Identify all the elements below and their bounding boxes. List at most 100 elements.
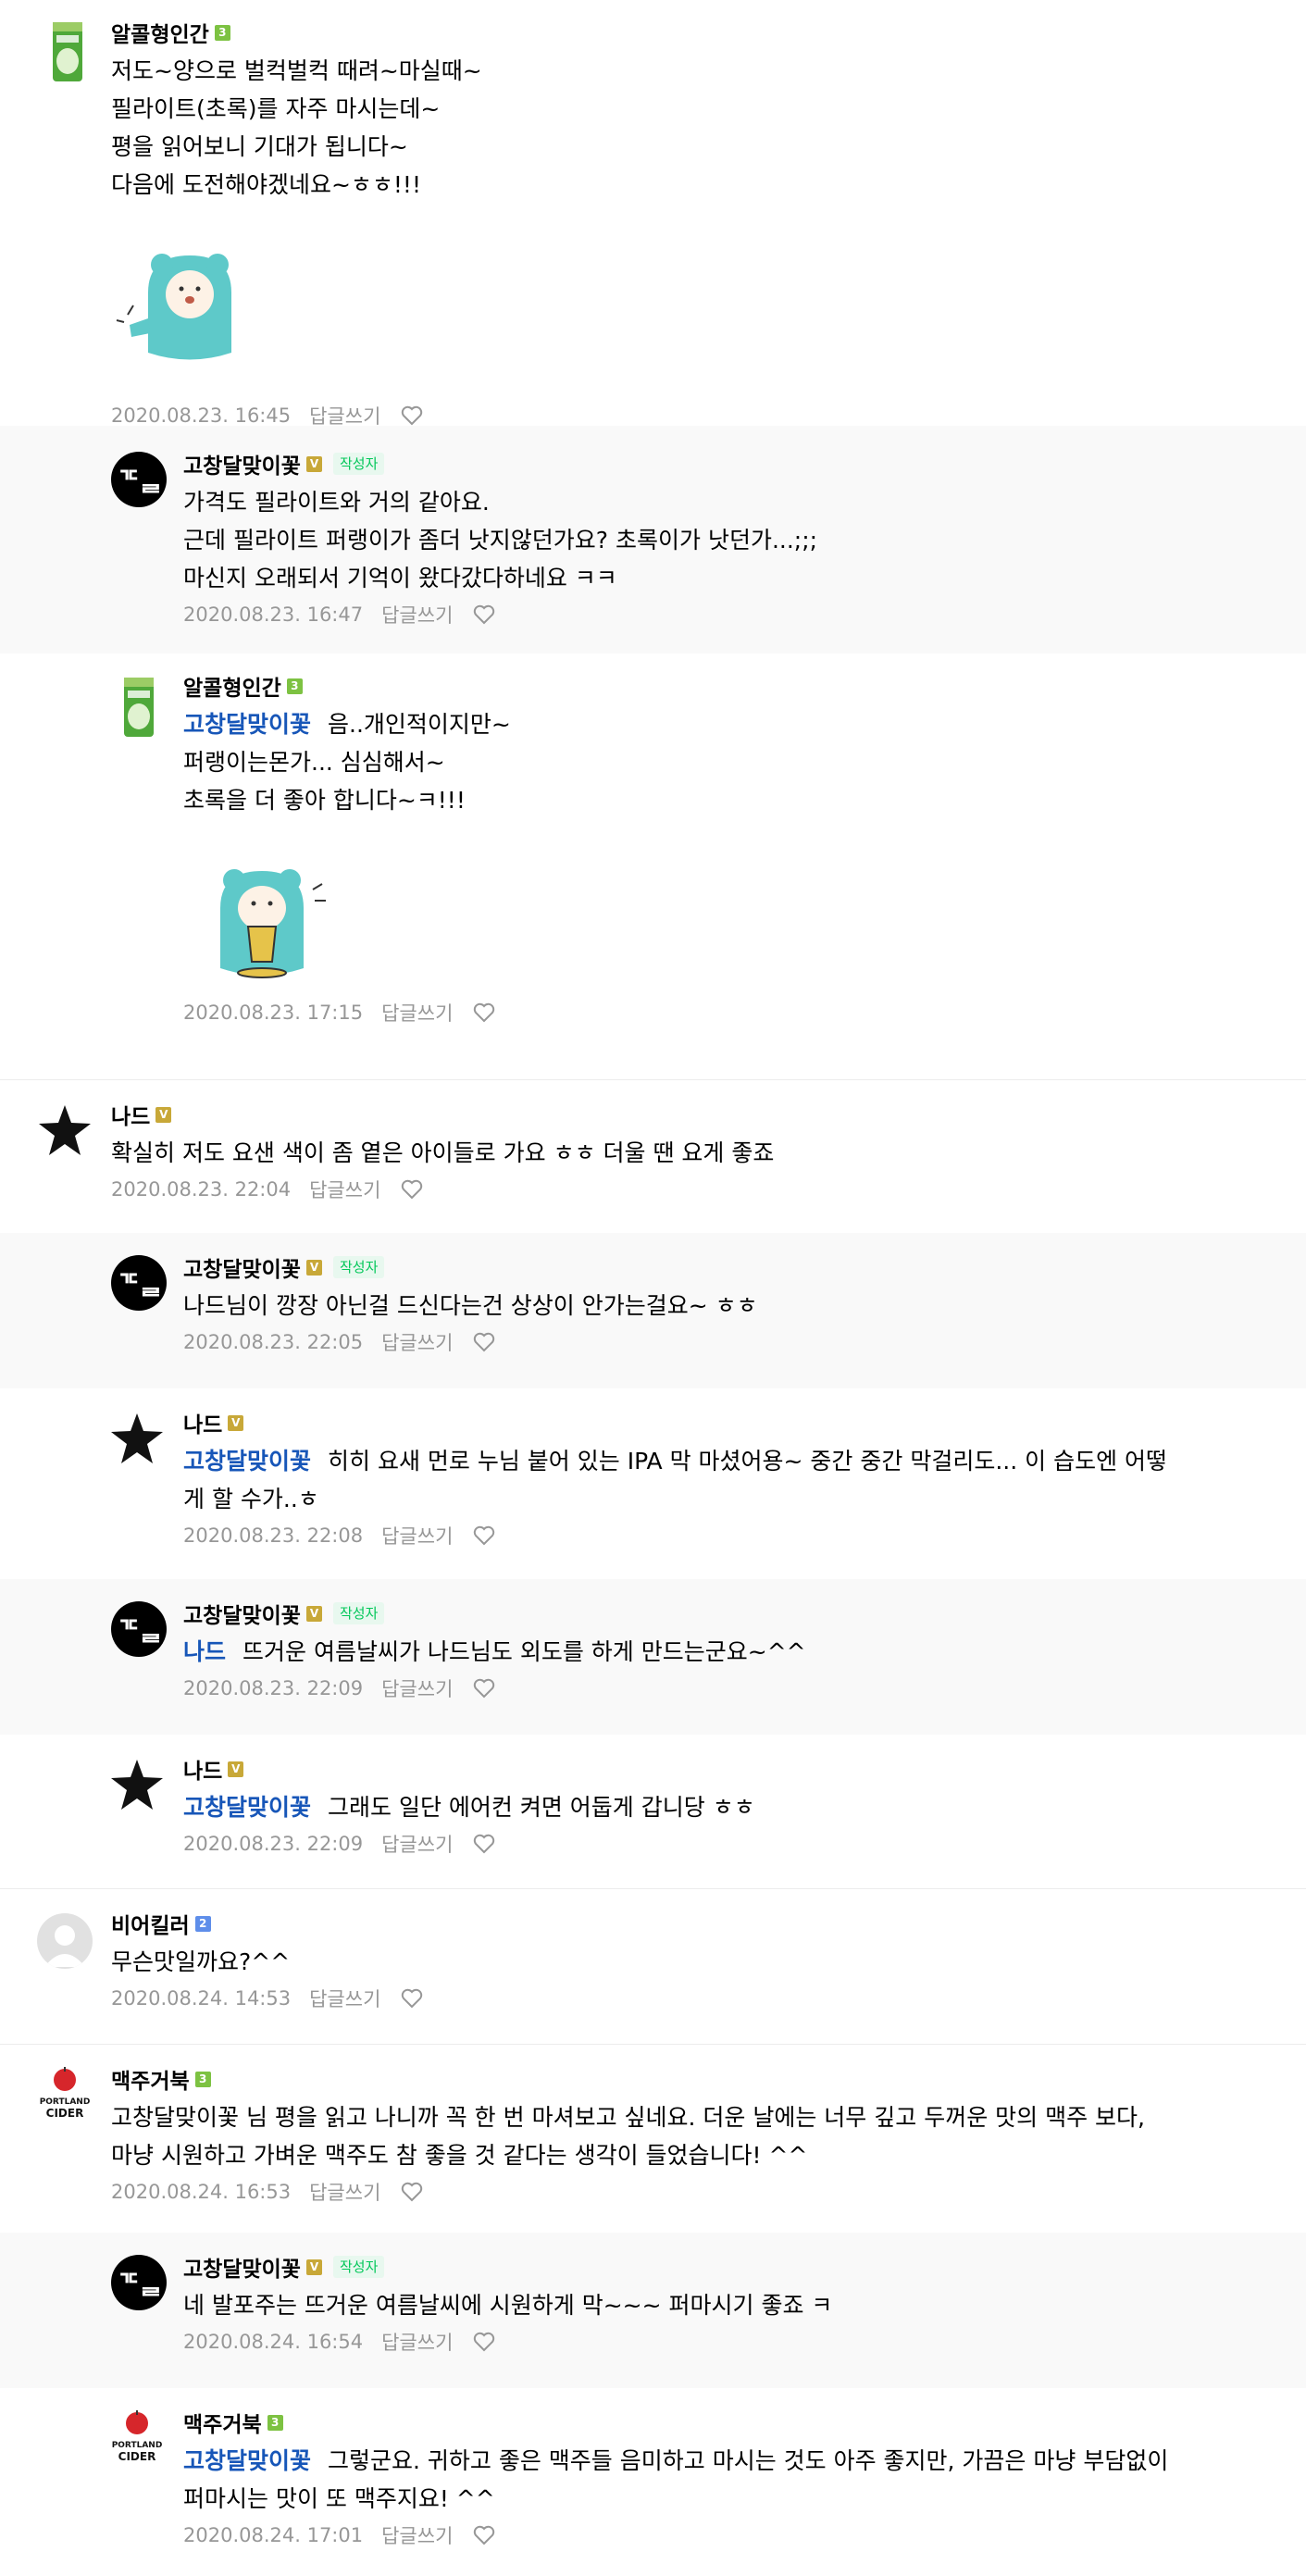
nickname[interactable]: 고창달맞이꽃 (183, 1251, 301, 1283)
avatar[interactable] (109, 1411, 165, 1466)
nickname[interactable]: 고창달맞이꽃 (183, 2251, 301, 2283)
comment-line: 고창달맞이꽃 님 평을 읽고 나니까 꼭 한 번 마셔보고 싶네요. 더운 날에… (111, 2104, 1145, 2131)
mention-link[interactable]: 고창달맞이꽃 (183, 1794, 311, 1821)
avatar[interactable] (111, 676, 167, 737)
comment-time: 2020.08.23. 16:47 (183, 604, 364, 626)
comment-text: 네 발포주는 뜨거운 여름날씨에 시원하게 막~~~ 퍼마시기 좋죠 ㅋ (183, 2286, 1275, 2324)
mention-link[interactable]: 고창달맞이꽃 (183, 1448, 311, 1475)
level-badge: V (228, 1414, 244, 1431)
author-badge: 작성자 (332, 453, 385, 475)
bear-thumbs-up-sticker (116, 254, 231, 360)
level-badge: 3 (214, 24, 230, 41)
comment-time: 2020.08.23. 16:45 (111, 404, 292, 427)
author-badge: 작성자 (332, 1256, 385, 1278)
heart-icon[interactable] (473, 604, 495, 625)
comment-time: 2020.08.23. 22:08 (183, 1524, 364, 1547)
heart-icon[interactable] (473, 1002, 495, 1023)
nickname[interactable]: 고창달맞이꽃 (183, 1598, 301, 1629)
nickname[interactable]: 나드 (111, 1099, 150, 1130)
nickname[interactable]: 맥주거북 (183, 2407, 262, 2438)
nickname[interactable]: 알콜형인간 (111, 17, 209, 48)
heart-icon[interactable] (473, 2332, 495, 2352)
comment-text: 확실히 저도 요샌 색이 좀 옅은 아이들로 가요 ㅎㅎ 더울 땐 요게 좋죠 (111, 1134, 1277, 1172)
avatar[interactable]: PORTLAND CIDER (109, 2410, 165, 2466)
comment-line: 그렇군요. 귀하고 좋은 맥주들 음미하고 마시는 것도 아주 좋지만, 가끔은… (328, 2447, 1169, 2474)
mention-link[interactable]: 고창달맞이꽃 (183, 2447, 311, 2474)
comment-line: 히히 요새 먼로 누님 붙어 있는 IPA 막 마셨어용~ 중간 중간 막걸리도… (328, 1448, 1168, 1475)
nickname[interactable]: 알콜형인간 (183, 670, 281, 702)
reply-item: ᄀᄃᆯ 고창달맞이꽃 V 작성자 네 발포주는 뜨거운 여름날씨에 시원하게 막… (0, 2233, 1306, 2388)
mention-link[interactable]: 고창달맞이꽃 (183, 711, 311, 738)
comment-item: PORTLAND CIDER 맥주거북 3 고창달맞이꽃 님 평을 읽고 나니까… (0, 2044, 1306, 2233)
avatar[interactable]: ᄀᄃᆯ (111, 2255, 167, 2310)
heart-icon[interactable] (401, 1179, 423, 1200)
reply-button[interactable]: 답글쓰기 (381, 1328, 453, 1356)
avatar[interactable] (40, 20, 95, 81)
reply-button[interactable]: 답글쓰기 (381, 2521, 453, 2549)
comment-time: 2020.08.24. 14:53 (111, 1987, 292, 2010)
gd-logo-icon: ᄀᄃᆯ (117, 1615, 163, 1646)
heart-icon[interactable] (473, 1525, 495, 1546)
comment-text: 고창달맞이꽃 님 평을 읽고 나니까 꼭 한 번 마셔보고 싶네요. 더운 날에… (111, 2098, 1296, 2174)
filite-can-avatar-icon (53, 22, 82, 81)
reply-button[interactable]: 답글쓰기 (381, 1830, 453, 1858)
heart-icon[interactable] (473, 1332, 495, 1352)
heart-icon[interactable] (473, 1678, 495, 1699)
bear-drinking-sticker (220, 869, 326, 978)
heart-icon[interactable] (401, 405, 423, 426)
heart-icon[interactable] (401, 1988, 423, 2009)
reply-button[interactable]: 답글쓰기 (309, 1985, 380, 2012)
comment-line: 가격도 필라이트와 거의 같아요. (183, 489, 490, 516)
star-icon (39, 1105, 91, 1155)
comment-text: 고창달맞이꽃 그래도 일단 에어컨 켜면 어둡게 갑니당 ㅎㅎ (183, 1788, 1275, 1826)
heart-icon[interactable] (401, 2182, 423, 2202)
comment-text: 나드님이 깡장 아닌걸 드신다는건 상상이 안가는걸요~ ㅎㅎ (183, 1287, 1275, 1325)
comment-line: 평을 읽어보니 기대가 됩니다~ (111, 133, 408, 160)
comment-time: 2020.08.23. 22:05 (183, 1331, 364, 1353)
avatar[interactable] (37, 1102, 93, 1158)
comment-time: 2020.08.24. 16:54 (183, 2331, 364, 2353)
comment-line: 확실히 저도 요샌 색이 좀 옅은 아이들로 가요 ㅎㅎ 더울 땐 요게 좋죠 (111, 1139, 775, 1166)
heart-icon[interactable] (473, 2525, 495, 2545)
reply-item: 알콜형인간 3 고창달맞이꽃 음..개인적이지만~ 퍼랭이는몬가... 심심해서~… (0, 653, 1306, 1079)
comment-list: 알콜형인간 3 저도~양으로 벌컥벌컥 때려~마실때~ 필라이트(초록)를 자주… (0, 0, 1306, 2576)
avatar[interactable]: ᄀᄃᆯ (111, 1601, 167, 1657)
comment-line: 마냥 시원하고 가벼운 맥주도 참 좋을 것 같다는 생각이 들었습니다! ^^ (111, 2142, 808, 2169)
comment-line: 다음에 도전해야겠네요~ㅎㅎ!!! (111, 171, 421, 198)
nickname[interactable]: 맥주거북 (111, 2063, 190, 2095)
reply-button[interactable]: 답글쓰기 (381, 1522, 453, 1549)
comment-time: 2020.08.23. 17:15 (183, 1002, 364, 1024)
mention-link[interactable]: 나드 (183, 1638, 226, 1665)
level-badge: 3 (194, 2071, 211, 2087)
comment-item: 알콜형인간 3 저도~양으로 벌컥벌컥 때려~마실때~ 필라이트(초록)를 자주… (0, 0, 1306, 428)
reply-button[interactable]: 답글쓰기 (381, 999, 453, 1027)
avatar[interactable] (37, 1913, 93, 1969)
avatar[interactable] (109, 1757, 165, 1812)
reply-button[interactable]: 답글쓰기 (381, 1674, 453, 1702)
heart-icon[interactable] (473, 1834, 495, 1854)
level-badge: 3 (267, 2414, 283, 2431)
reply-button[interactable]: 답글쓰기 (381, 2328, 453, 2356)
comment-line: 초록을 더 좋아 합니다~ㅋ!!! (183, 787, 466, 814)
reply-item: PORTLAND CIDER 맥주거북 3 고창달맞이꽃 그렇군요. 귀하고 좋은… (0, 2388, 1306, 2576)
nickname[interactable]: 나드 (183, 1407, 222, 1438)
comment-time: 2020.08.23. 22:09 (183, 1677, 364, 1699)
reply-item: 나드 V 고창달맞이꽃 히히 요새 먼로 누님 붙어 있는 IPA 막 마셨어용~… (0, 1388, 1306, 1579)
comment-line: 필라이트(초록)를 자주 마시는데~ (111, 95, 441, 122)
gd-logo-icon: ᄀᄃᆯ (117, 466, 163, 496)
reply-button[interactable]: 답글쓰기 (381, 601, 453, 628)
comment-line: 그래도 일단 에어컨 켜면 어둡게 갑니당 ㅎㅎ (328, 1794, 755, 1821)
comment-time: 2020.08.24. 16:53 (111, 2181, 292, 2203)
avatar[interactable]: ᄀᄃᆯ (111, 1255, 167, 1311)
nickname[interactable]: 비어킬러 (111, 1908, 190, 1939)
level-badge: V (305, 455, 322, 472)
comment-item: 나드 V 확실히 저도 요샌 색이 좀 옅은 아이들로 가요 ㅎㅎ 더울 땐 요… (0, 1079, 1306, 1233)
nickname[interactable]: 나드 (183, 1753, 222, 1785)
gd-logo-icon: ᄀᄃᆯ (117, 2269, 163, 2299)
avatar[interactable]: PORTLAND CIDER (37, 2067, 93, 2122)
avatar[interactable]: ᄀᄃᆯ (111, 452, 167, 507)
comment-time: 2020.08.24. 17:01 (183, 2524, 364, 2546)
reply-button[interactable]: 답글쓰기 (309, 2178, 380, 2206)
nickname[interactable]: 고창달맞이꽃 (183, 448, 301, 479)
reply-button[interactable]: 답글쓰기 (309, 1176, 380, 1203)
